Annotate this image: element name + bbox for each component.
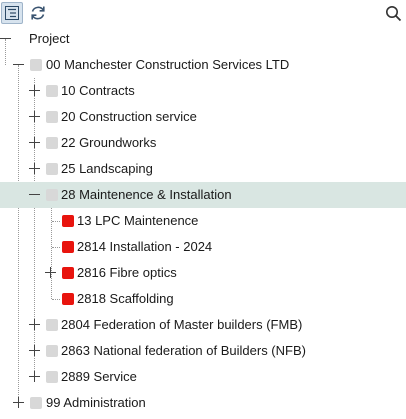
status-checkbox[interactable]	[46, 189, 58, 201]
expand-icon[interactable]	[12, 396, 25, 409]
status-checkbox[interactable]	[46, 371, 58, 383]
tree-node-label: 2818 Scaffolding	[77, 291, 174, 306]
expand-icon[interactable]	[28, 318, 41, 331]
status-checkbox[interactable]	[46, 345, 58, 357]
tree-node-label: 13 LPC Maintenence	[77, 213, 199, 228]
tree-node-99-administration[interactable]: 99 Administration	[0, 390, 406, 416]
search-icon	[385, 5, 401, 21]
tree-node-label: 25 Landscaping	[61, 161, 153, 176]
toolbar	[0, 0, 406, 26]
tree-node-label: 00 Manchester Construction Services LTD	[46, 57, 290, 72]
tree-node-label: 2804 Federation of Master builders (FMB)	[61, 317, 303, 332]
tree-node-20-construction-service[interactable]: 20 Construction service	[0, 104, 406, 130]
tree-node-label: 28 Maintenence & Installation	[61, 187, 232, 202]
tree-node-label: Project	[29, 31, 70, 46]
collapse-icon[interactable]	[28, 188, 41, 201]
tree-node-28-maintenence-installation[interactable]: 28 Maintenence & Installation	[0, 182, 406, 208]
tree-node-13-lpc-maintenence[interactable]: 13 LPC Maintenence	[0, 208, 406, 234]
status-checkbox[interactable]	[46, 319, 58, 331]
tree-node-label: 2816 Fibre optics	[77, 265, 177, 280]
tree-node-2818-scaffolding[interactable]: 2818 Scaffolding	[0, 286, 406, 312]
status-checkbox[interactable]	[46, 85, 58, 97]
status-checkbox[interactable]	[62, 293, 74, 305]
collapse-icon[interactable]	[12, 58, 25, 71]
tree-node-10-contracts[interactable]: 10 Contracts	[0, 78, 406, 104]
expand-icon[interactable]	[44, 266, 57, 279]
tree-node-2816-fibre-optics[interactable]: 2816 Fibre optics	[0, 260, 406, 286]
expand-icon[interactable]	[28, 84, 41, 97]
search-button[interactable]	[382, 2, 404, 24]
tree-node-25-landscaping[interactable]: 25 Landscaping	[0, 156, 406, 182]
expand-icon[interactable]	[28, 162, 41, 175]
refresh-icon	[31, 6, 45, 20]
tree-node-2804-fmb[interactable]: 2804 Federation of Master builders (FMB)	[0, 312, 406, 338]
expand-icon[interactable]	[28, 110, 41, 123]
tree-node-22-groundworks[interactable]: 22 Groundworks	[0, 130, 406, 156]
status-checkbox[interactable]	[46, 137, 58, 149]
tree-node-label: 2889 Service	[61, 369, 137, 384]
status-checkbox[interactable]	[30, 59, 42, 71]
collapse-icon[interactable]	[0, 32, 12, 45]
tree-list-icon	[5, 6, 19, 20]
tree-node-2889-service[interactable]: 2889 Service	[0, 364, 406, 390]
status-checkbox[interactable]	[30, 397, 42, 409]
tree-node-label: 2814 Installation - 2024	[77, 239, 213, 254]
expand-icon[interactable]	[28, 344, 41, 357]
status-checkbox[interactable]	[62, 241, 74, 253]
tree-node-2863-nfb[interactable]: 2863 National federation of Builders (NF…	[0, 338, 406, 364]
tree-node-label: 20 Construction service	[61, 109, 197, 124]
tree-node-project[interactable]: Project	[0, 26, 406, 52]
expand-icon[interactable]	[28, 370, 41, 383]
status-checkbox[interactable]	[62, 215, 74, 227]
tree-node-label: 2863 National federation of Builders (NF…	[61, 343, 306, 358]
status-checkbox[interactable]	[46, 163, 58, 175]
refresh-button[interactable]	[27, 2, 49, 24]
tree-node-label: 99 Administration	[46, 395, 146, 410]
status-checkbox[interactable]	[62, 267, 74, 279]
status-checkbox[interactable]	[46, 111, 58, 123]
tree-node-company[interactable]: 00 Manchester Construction Services LTD	[0, 52, 406, 78]
tree-node-label: 22 Groundworks	[61, 135, 157, 150]
tree-view-toggle-button[interactable]	[1, 2, 23, 24]
tree-node-2814-installation[interactable]: 2814 Installation - 2024	[0, 234, 406, 260]
tree-node-label: 10 Contracts	[61, 83, 135, 98]
expand-icon[interactable]	[28, 136, 41, 149]
